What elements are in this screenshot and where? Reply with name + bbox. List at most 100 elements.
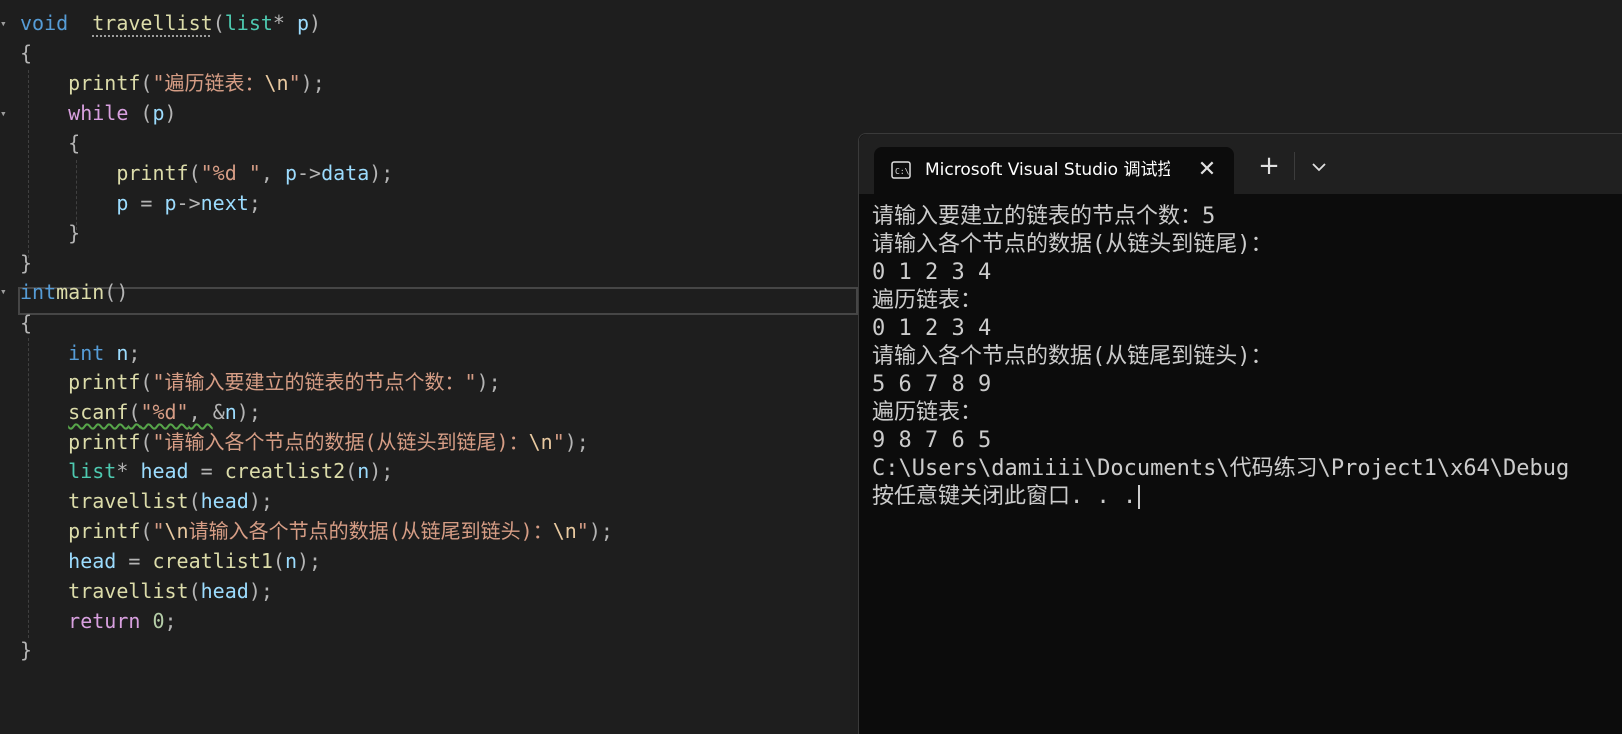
code-token: int — [68, 341, 105, 365]
code-token: ( — [140, 71, 153, 95]
code-token: } — [20, 251, 33, 275]
text-cursor — [1138, 485, 1141, 509]
tab-separator — [1294, 152, 1295, 180]
code-token: ); — [588, 519, 613, 543]
indent-guide — [76, 160, 77, 230]
code-token: 请输入各个节点的数据(从链尾到链头)： — [188, 519, 553, 543]
code-line[interactable]: { — [20, 128, 80, 158]
code-token: ); — [300, 71, 325, 95]
code-line[interactable]: { — [20, 38, 32, 68]
code-line[interactable]: travellist(head); — [20, 576, 273, 606]
code-token: head — [140, 459, 189, 483]
code-token: ( — [188, 579, 201, 603]
code-token: creatlist1 — [152, 549, 273, 573]
code-token: p — [164, 191, 177, 215]
fold-marker-icon[interactable]: ▾ — [0, 286, 12, 298]
code-line[interactable]: p = p->next; — [20, 188, 261, 218]
code-token: ( — [128, 400, 141, 424]
code-token: ( — [188, 489, 201, 513]
code-token: ) — [309, 11, 322, 35]
code-line[interactable]: intmain() — [20, 277, 128, 307]
code-token: \n — [164, 519, 189, 543]
code-line[interactable]: int n; — [20, 338, 140, 368]
code-token: \n — [264, 71, 289, 95]
code-token: n — [224, 400, 237, 424]
code-token: , — [260, 161, 285, 185]
fold-marker-icon[interactable]: ▾ — [0, 18, 12, 30]
code-token: ( — [272, 549, 285, 573]
code-token: = — [116, 549, 153, 573]
fold-marker-icon[interactable]: ▾ — [0, 108, 12, 120]
close-icon[interactable]: ✕ — [1192, 155, 1222, 185]
code-token: ( — [140, 370, 153, 394]
code-token: printf — [68, 370, 141, 394]
code-token: void — [20, 11, 69, 35]
code-token: ( — [188, 161, 201, 185]
code-token: " — [152, 519, 165, 543]
code-line[interactable]: printf("遍历链表：\n"); — [20, 68, 325, 98]
console-line: 遍历链表： — [872, 288, 983, 313]
code-token: "%d " — [200, 161, 261, 185]
code-token: printf — [68, 519, 141, 543]
indent-guide — [28, 70, 29, 258]
console-line: 请输入各个节点的数据(从链头到链尾)： — [872, 232, 1273, 257]
code-token: return — [68, 609, 141, 633]
code-token: list — [224, 11, 273, 35]
code-token: ); — [369, 161, 394, 185]
code-line[interactable]: { — [20, 308, 32, 338]
plus-icon[interactable]: + — [1251, 149, 1287, 185]
code-token: "请输入要建立的链表的节点个数：" — [152, 370, 477, 394]
code-token: , — [188, 400, 213, 424]
code-token: n — [357, 459, 370, 483]
code-token: printf — [116, 161, 189, 185]
code-line[interactable]: while (p) — [20, 98, 176, 128]
code-token: ; — [248, 191, 261, 215]
code-token: ); — [248, 489, 273, 513]
code-line[interactable]: head = creatlist1(n); — [20, 546, 321, 576]
code-token: } — [20, 638, 33, 662]
code-token: creatlist2 — [224, 459, 346, 483]
code-token: ); — [476, 370, 501, 394]
code-token: () — [104, 280, 129, 304]
code-token: = — [188, 459, 225, 483]
console-line: C:\Users\damiiii\Documents\代码练习\Project1… — [872, 456, 1570, 481]
code-token: head — [200, 489, 249, 513]
terminal-tab[interactable]: C:\ Microsoft Visual Studio 调试控制台 ✕ — [874, 147, 1234, 194]
code-line[interactable]: } — [20, 248, 32, 278]
terminal-window[interactable]: C:\ Microsoft Visual Studio 调试控制台 ✕ + 请输… — [858, 133, 1622, 734]
code-token: n — [116, 341, 129, 365]
code-line[interactable]: travellist(head); — [20, 486, 273, 516]
code-token: ); — [564, 430, 589, 454]
code-line[interactable]: } — [20, 635, 32, 665]
code-token: " — [288, 71, 301, 95]
code-line[interactable]: void travellist(list* p) — [20, 8, 321, 38]
chevron-down-icon[interactable] — [1301, 149, 1337, 185]
code-token: while — [68, 101, 129, 125]
code-token: int — [20, 280, 57, 304]
code-line[interactable]: } — [20, 218, 80, 248]
console-line: 0 1 2 3 4 — [872, 316, 992, 341]
code-token: ); — [296, 549, 322, 573]
code-line[interactable]: printf("\n请输入各个节点的数据(从链尾到链头)：\n"); — [20, 516, 613, 546]
console-line: 0 1 2 3 4 — [872, 260, 992, 285]
code-token: data — [321, 161, 370, 185]
code-token: \n — [552, 519, 577, 543]
current-line-highlight — [18, 287, 858, 315]
console-line: 5 6 7 8 9 — [872, 372, 992, 397]
console-output[interactable]: 请输入要建立的链表的节点个数：5 请输入各个节点的数据(从链头到链尾)： 0 1 2… — [872, 203, 1622, 734]
code-token: ( — [128, 101, 153, 125]
code-line[interactable]: return 0; — [20, 606, 176, 636]
code-token: ( — [345, 459, 358, 483]
code-line[interactable]: printf("请输入各个节点的数据(从链头到链尾)：\n"); — [20, 427, 589, 457]
code-line[interactable]: printf("请输入要建立的链表的节点个数："); — [20, 367, 501, 397]
code-line[interactable]: list* head = creatlist2(n); — [20, 456, 393, 486]
console-line: 按任意键关闭此窗口. . . — [872, 483, 1622, 511]
code-token: p — [116, 191, 129, 215]
code-token: ( — [140, 430, 153, 454]
code-line[interactable]: scanf("%d", &n); — [20, 397, 261, 427]
terminal-tab-bar: C:\ Microsoft Visual Studio 调试控制台 ✕ + — [859, 134, 1622, 194]
code-token: { — [68, 131, 81, 155]
code-token: "遍历链表： — [152, 71, 265, 95]
